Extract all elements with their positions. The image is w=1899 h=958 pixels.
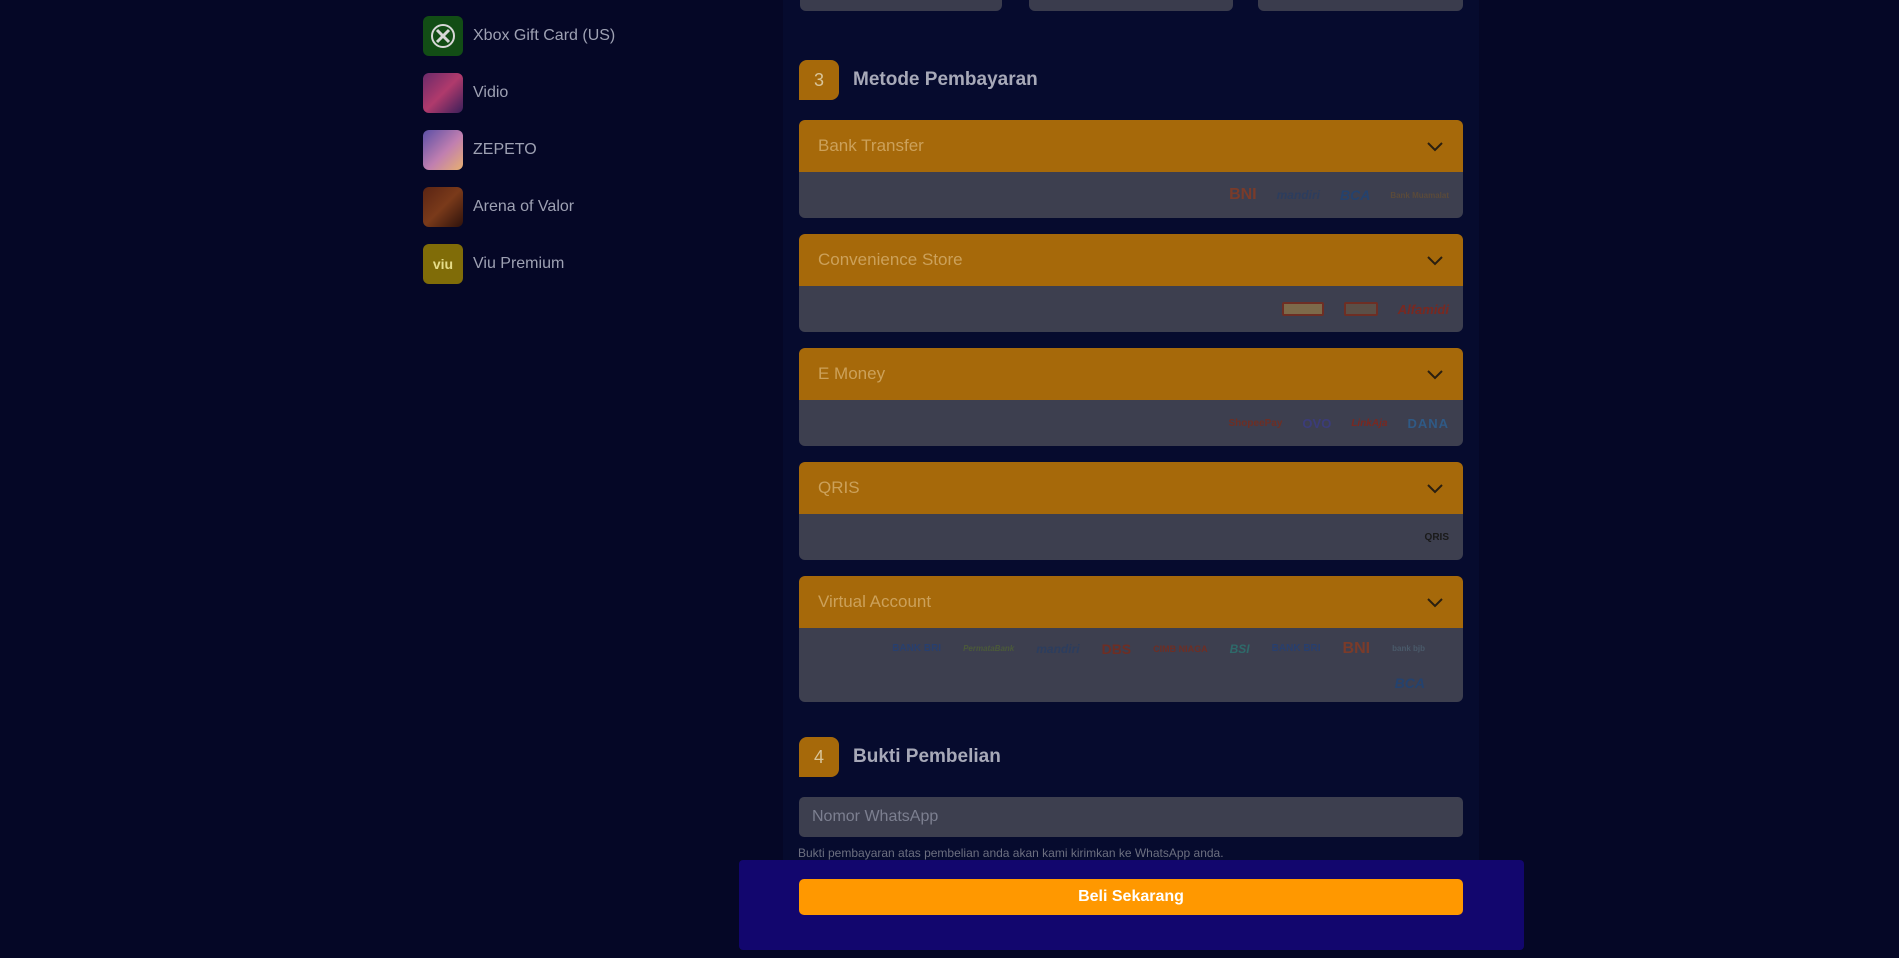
- bca-logo: BCA: [1339, 187, 1371, 203]
- payment-section-header: 3 Metode Pembayaran: [799, 60, 1038, 100]
- bjb-logo: bank bjb: [1392, 644, 1425, 653]
- payment-group-convenience-store: Convenience Store Alfamidi: [799, 234, 1463, 332]
- bsi-logo: BSI: [1229, 641, 1250, 656]
- game-name: Xbox Gift Card (US): [473, 26, 616, 44]
- game-name: Arena of Valor: [473, 197, 575, 215]
- payment-logos: BANK BRI PermataBank mandiri DBS CIMB NI…: [799, 628, 1463, 702]
- game-list: Xbox Gift Card (US) Vidio ZEPETO Arena o…: [423, 7, 723, 292]
- indomaret-logo: [1281, 302, 1324, 316]
- payment-logos: Alfamidi: [799, 286, 1463, 332]
- chevron-down-icon: [1427, 484, 1443, 494]
- previous-option-card[interactable]: [1029, 0, 1233, 11]
- payment-group-label: QRIS: [818, 478, 860, 497]
- payment-group-label: Virtual Account: [818, 592, 932, 611]
- game-item-zepeto[interactable]: ZEPETO: [423, 121, 723, 178]
- game-name: ZEPETO: [473, 140, 537, 158]
- payment-group-header[interactable]: E Money: [799, 348, 1463, 400]
- bni-logo: BNI: [1229, 186, 1257, 203]
- whatsapp-note: Bukti pembayaran atas pembelian anda aka…: [798, 846, 1224, 860]
- game-item-xbox[interactable]: Xbox Gift Card (US): [423, 7, 723, 64]
- game-item-viu[interactable]: viu Viu Premium: [423, 235, 723, 292]
- zepeto-thumbnail: [423, 129, 463, 170]
- dana-logo: DANA: [1407, 415, 1449, 431]
- chevron-down-icon: [1427, 256, 1443, 266]
- vidio-thumbnail: [423, 72, 463, 113]
- payment-logos: ShopeePay OVO LinkAja DANA: [799, 400, 1463, 446]
- game-name: Viu Premium: [473, 254, 565, 272]
- bni-logo: BNI: [1342, 639, 1371, 657]
- payment-group-header[interactable]: Virtual Account: [799, 576, 1463, 628]
- bri-logo: BANK BRI: [1271, 643, 1321, 654]
- bca-logo: BCA: [1394, 674, 1425, 691]
- proof-section-header: 4 Bukti Pembelian: [799, 737, 1001, 777]
- payment-group-bank-transfer: Bank Transfer BNI mandiri BCA Bank Muama…: [799, 120, 1463, 218]
- game-item-aov[interactable]: Arena of Valor: [423, 178, 723, 235]
- section-title: Metode Pembayaran: [853, 69, 1038, 90]
- game-item-vidio[interactable]: Vidio: [423, 64, 723, 121]
- game-name: Vidio: [473, 83, 509, 101]
- linkaja-logo: LinkAja: [1351, 417, 1388, 429]
- payment-group-label: Convenience Store: [818, 250, 963, 269]
- payment-group-label: E Money: [818, 364, 886, 383]
- alfamidi-logo: Alfamidi: [1397, 301, 1449, 317]
- buy-now-button[interactable]: Beli Sekarang: [799, 879, 1463, 915]
- ovo-logo: OVO: [1302, 415, 1332, 431]
- previous-option-card[interactable]: [1258, 0, 1463, 11]
- payment-logos: QRIS: [799, 514, 1463, 560]
- qris-logo: QRIS: [1424, 531, 1449, 543]
- payment-group-header[interactable]: Convenience Store: [799, 234, 1463, 286]
- xbox-logo-icon: [423, 15, 463, 56]
- chevron-down-icon: [1427, 142, 1443, 152]
- alfamart-logo: [1343, 302, 1378, 316]
- section-title: Bukti Pembelian: [853, 746, 1001, 767]
- payment-group-header[interactable]: QRIS: [799, 462, 1463, 514]
- chevron-down-icon: [1427, 370, 1443, 380]
- step-number: 3: [799, 60, 839, 100]
- dbs-logo: DBS: [1101, 640, 1132, 657]
- shopeepay-logo: ShopeePay: [1228, 417, 1283, 429]
- payment-logos: BNI mandiri BCA Bank Muamalat: [799, 172, 1463, 218]
- payment-group-e-money: E Money ShopeePay OVO LinkAja DANA: [799, 348, 1463, 446]
- payment-group-virtual-account: Virtual Account BANK BRI PermataBank man…: [799, 576, 1463, 702]
- previous-option-card[interactable]: [800, 0, 1002, 11]
- payment-group-qris: QRIS QRIS: [799, 462, 1463, 560]
- viu-logo: viu: [423, 243, 463, 284]
- whatsapp-input[interactable]: [799, 797, 1463, 837]
- bri-logo: BANK BRI: [892, 643, 942, 654]
- step-number: 4: [799, 737, 839, 777]
- chevron-down-icon: [1427, 598, 1443, 608]
- muamalat-logo: Bank Muamalat: [1390, 190, 1449, 200]
- cimb-logo: CIMB NIAGA: [1153, 643, 1208, 654]
- mandiri-logo: mandiri: [1036, 641, 1080, 656]
- permata-logo: PermataBank: [963, 644, 1015, 653]
- payment-group-label: Bank Transfer: [818, 136, 924, 155]
- mandiri-logo: mandiri: [1276, 188, 1320, 202]
- payment-group-header[interactable]: Bank Transfer: [799, 120, 1463, 172]
- aov-thumbnail: [423, 186, 463, 227]
